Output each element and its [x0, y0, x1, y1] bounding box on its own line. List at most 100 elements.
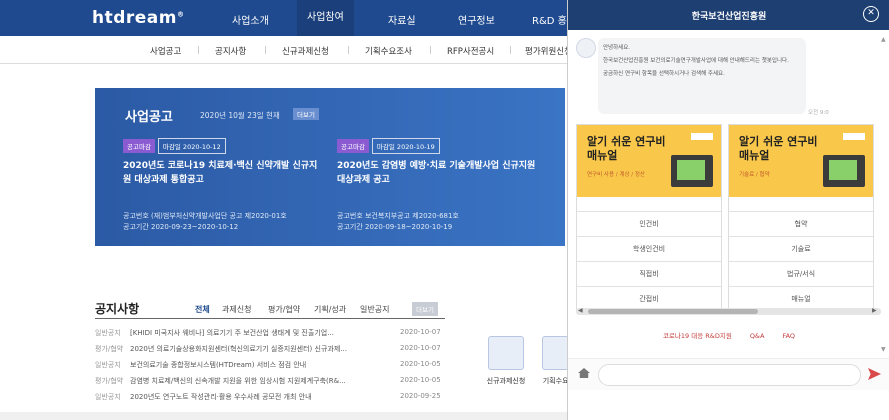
nav-research-info[interactable]: 연구정보	[458, 12, 495, 27]
card-meta: 공고번호 보건복지부공고 제2020-681호 공고기간 2020-09-18~…	[337, 211, 537, 233]
site-logo[interactable]: htdream®	[92, 8, 185, 28]
chat-input[interactable]	[598, 364, 861, 386]
notice-text[interactable]: 2020년 의료기술상용화지원센터(혁신의료기기 실증지원센터) 신규과제...	[130, 344, 380, 354]
logo-text: htdream	[92, 8, 177, 28]
notice-tab-planning[interactable]: 기획/성과	[314, 304, 346, 315]
notice-card-2[interactable]: 공고마감 마감일 2020-10-19 2020년도 감염병 예방·치료 기술개발…	[337, 134, 537, 233]
manual-item-royalty[interactable]: 기술료	[729, 236, 873, 261]
notice-row[interactable]: 일반공지 보건의료기술 종합정보시스템(HTDream) 서비스 점검 안내 202…	[95, 360, 445, 374]
notice-date: 2020-10-05	[400, 376, 441, 384]
nav-business-intro[interactable]: 사업소개	[232, 12, 269, 27]
manual-item-labor[interactable]: 인건비	[577, 211, 721, 236]
manual-card-header[interactable]: 알기 쉬운 연구비 매뉴얼 연구비 사용 / 계상 / 정산	[577, 125, 721, 197]
banner-date: 2020년 10월 23일 현재	[200, 111, 280, 120]
card-meta: 공고번호 (재)범부처신약개발사업단 공고 제2020-01호 공고기간 202…	[123, 211, 323, 233]
card-period: 공고기간 2020-09-18~2020-10-19	[337, 223, 453, 231]
manual-card-1: 알기 쉬운 연구비 매뉴얼 연구비 사용 / 계상 / 정산 인건비 학생인건비…	[576, 124, 722, 312]
scroll-up-icon[interactable]: ▲	[881, 36, 886, 43]
notice-text[interactable]: 보건의료기술 종합정보시스템(HTDream) 서비스 점검 안내	[130, 360, 380, 370]
notice-tab-all[interactable]: 전체	[195, 304, 210, 315]
subnav-reviewer[interactable]: 평가위원신청	[525, 45, 572, 57]
scroll-thumb[interactable]	[588, 309, 758, 314]
manual-item-agreement[interactable]: 협약	[729, 211, 873, 236]
notice-category: 평가/협약	[95, 377, 124, 385]
notice-category: 일반공지	[95, 329, 121, 337]
subnav-new-project[interactable]: 신규과제신청	[282, 45, 329, 57]
business-notice-banner: 사업공고 2020년 10월 23일 현재 더보기 공고마감 마감일 2020-1…	[95, 88, 565, 246]
scroll-left-icon[interactable]: ◀	[578, 307, 583, 314]
card-title[interactable]: 2020년도 코로나19 치료제·백신 신약개발 신규지원 대상과제 통합공고	[123, 159, 323, 187]
book-icon	[823, 155, 865, 187]
bot-intro: 한국보건산업진흥원 보건의료기술연구개발사업에 대해 안내해드리는 챗봇입니다.	[603, 58, 789, 64]
manual-subtitle: 기술료 / 협약	[739, 172, 770, 178]
close-icon[interactable]: ✕	[863, 6, 879, 22]
manual-item-regulations[interactable]: 법규/서식	[729, 261, 873, 286]
logo-badge-icon	[843, 133, 865, 140]
notice-date: 2020-10-07	[400, 328, 441, 336]
link-faq[interactable]: FAQ	[782, 332, 795, 340]
card-number: 공고번호 (재)범부처신약개발사업단 공고 제2020-01호	[123, 212, 287, 220]
scroll-down-icon[interactable]: ▼	[881, 346, 886, 353]
card-category-badge: 공고마감	[123, 139, 155, 153]
scroll-right-icon[interactable]: ▶	[872, 307, 877, 314]
notice-row[interactable]: 일반공지 2020년도 연구노트 작성관리·활용 우수사례 공모전 개최 안내 20…	[95, 392, 445, 406]
nav-business-participation[interactable]: 사업참여	[297, 0, 354, 36]
divider	[95, 318, 445, 319]
notice-text[interactable]: 감염병 치료제/백신의 신속개발 지원을 위한 임상시험 지원제계구축(R&..…	[130, 376, 380, 386]
banner-title: 사업공고	[125, 110, 173, 125]
subnav-business-notice[interactable]: 사업공고	[150, 45, 181, 57]
manual-item-student-labor[interactable]: 학생인건비	[577, 236, 721, 261]
link-qna[interactable]: Q&A	[750, 332, 765, 340]
notice-tab-application[interactable]: 과제신청	[222, 304, 251, 315]
notice-date: 2020-10-05	[400, 360, 441, 368]
vertical-scrollbar[interactable]: ▲ ▼	[881, 36, 887, 356]
manual-title: 알기 쉬운 연구비 매뉴얼	[739, 135, 818, 162]
notice-row[interactable]: 평가/협약 감염병 치료제/백신의 신속개발 지원을 위한 임상시험 지원제계구축…	[95, 376, 445, 390]
chat-composer	[568, 358, 889, 390]
subnav-demand-survey[interactable]: 기획수요조사	[365, 45, 412, 57]
logo-badge-icon	[691, 133, 713, 140]
chat-header: 한국보건산업진흥원 ✕	[568, 0, 889, 30]
banner-more-button[interactable]: 더보기	[293, 108, 319, 120]
card-category-badge: 공고마감	[337, 139, 369, 153]
notice-row[interactable]: 일반공지 [KHIDI 미국지사 웨비나] 의료기기 주 보건산업 생태계 및 진…	[95, 328, 445, 342]
quick-links: 코로나19 대응 R&D지원 Q&A FAQ	[568, 330, 889, 340]
notice-tab-general[interactable]: 일반공지	[360, 304, 389, 315]
manual-card-2: 알기 쉬운 연구비 매뉴얼 기술료 / 협약 협약 기술료 법규/서식 매뉴얼	[728, 124, 874, 312]
bot-avatar	[576, 38, 596, 58]
notices-title: 공지사항	[95, 302, 140, 316]
manual-subtitle: 연구비 사용 / 계상 / 정산	[587, 172, 645, 178]
nav-resources[interactable]: 자료실	[388, 12, 416, 27]
chat-title: 한국보건산업진흥원	[691, 12, 767, 22]
quick-new-project[interactable]: 신규과제신청	[476, 330, 536, 400]
document-search-icon	[488, 336, 524, 370]
notice-row[interactable]: 평가/협약 2020년 의료기술상용화지원센터(혁신의료기기 실증지원센터) 신규…	[95, 344, 445, 358]
subnav-rfp[interactable]: RFP사전공시	[447, 45, 494, 57]
notice-category: 평가/협약	[95, 345, 124, 353]
notice-category: 일반공지	[95, 361, 121, 369]
horizontal-scrollbar[interactable]: ◀ ▶	[576, 307, 881, 315]
card-period: 공고기간 2020-09-23~2020-10-12	[123, 223, 239, 231]
notice-card-1[interactable]: 공고마감 마감일 2020-10-12 2020년도 코로나19 치료제·백신 신…	[123, 134, 323, 233]
manual-card-header[interactable]: 알기 쉬운 연구비 매뉴얼 기술료 / 협약	[729, 125, 873, 197]
subnav-announcements[interactable]: 공지사항	[215, 45, 246, 57]
book-icon	[671, 155, 713, 187]
card-number: 공고번호 보건복지부공고 제2020-681호	[337, 212, 459, 220]
logo-mark: ®	[177, 10, 185, 19]
notice-date: 2020-10-07	[400, 344, 441, 352]
manual-title: 알기 쉬운 연구비 매뉴얼	[587, 135, 666, 162]
card-deadline: 마감일 2020-10-19	[371, 138, 440, 154]
bot-instruction: 궁금하신 연구비 항목을 선택하시거나 검색해 주세요.	[603, 71, 725, 77]
notice-text[interactable]: [KHIDI 미국지사 웨비나] 의료기기 주 보건산업 생태계 및 진출기업.…	[130, 328, 380, 338]
card-deadline: 마감일 2020-10-12	[157, 138, 226, 154]
notice-text[interactable]: 2020년도 연구노트 작성관리·활용 우수사례 공모전 개최 안내	[130, 392, 380, 402]
quick-label: 신규과제신청	[486, 377, 526, 385]
manual-item-direct[interactable]: 직접비	[577, 261, 721, 286]
notice-tab-evaluation[interactable]: 평가/협약	[268, 304, 300, 315]
home-icon[interactable]	[578, 368, 590, 378]
chatbot-panel: 한국보건산업진흥원 ✕ 안녕하세요. 한국보건산업진흥원 보건의료기술연구개발사…	[567, 0, 889, 420]
card-title[interactable]: 2020년도 감염병 예방·치료 기술개발사업 신규지원 대상과제 공고	[337, 159, 537, 187]
notices-more-button[interactable]: 더보기	[412, 302, 438, 316]
send-icon[interactable]	[868, 368, 881, 380]
link-covid-rnd[interactable]: 코로나19 대응 R&D지원	[663, 332, 732, 340]
